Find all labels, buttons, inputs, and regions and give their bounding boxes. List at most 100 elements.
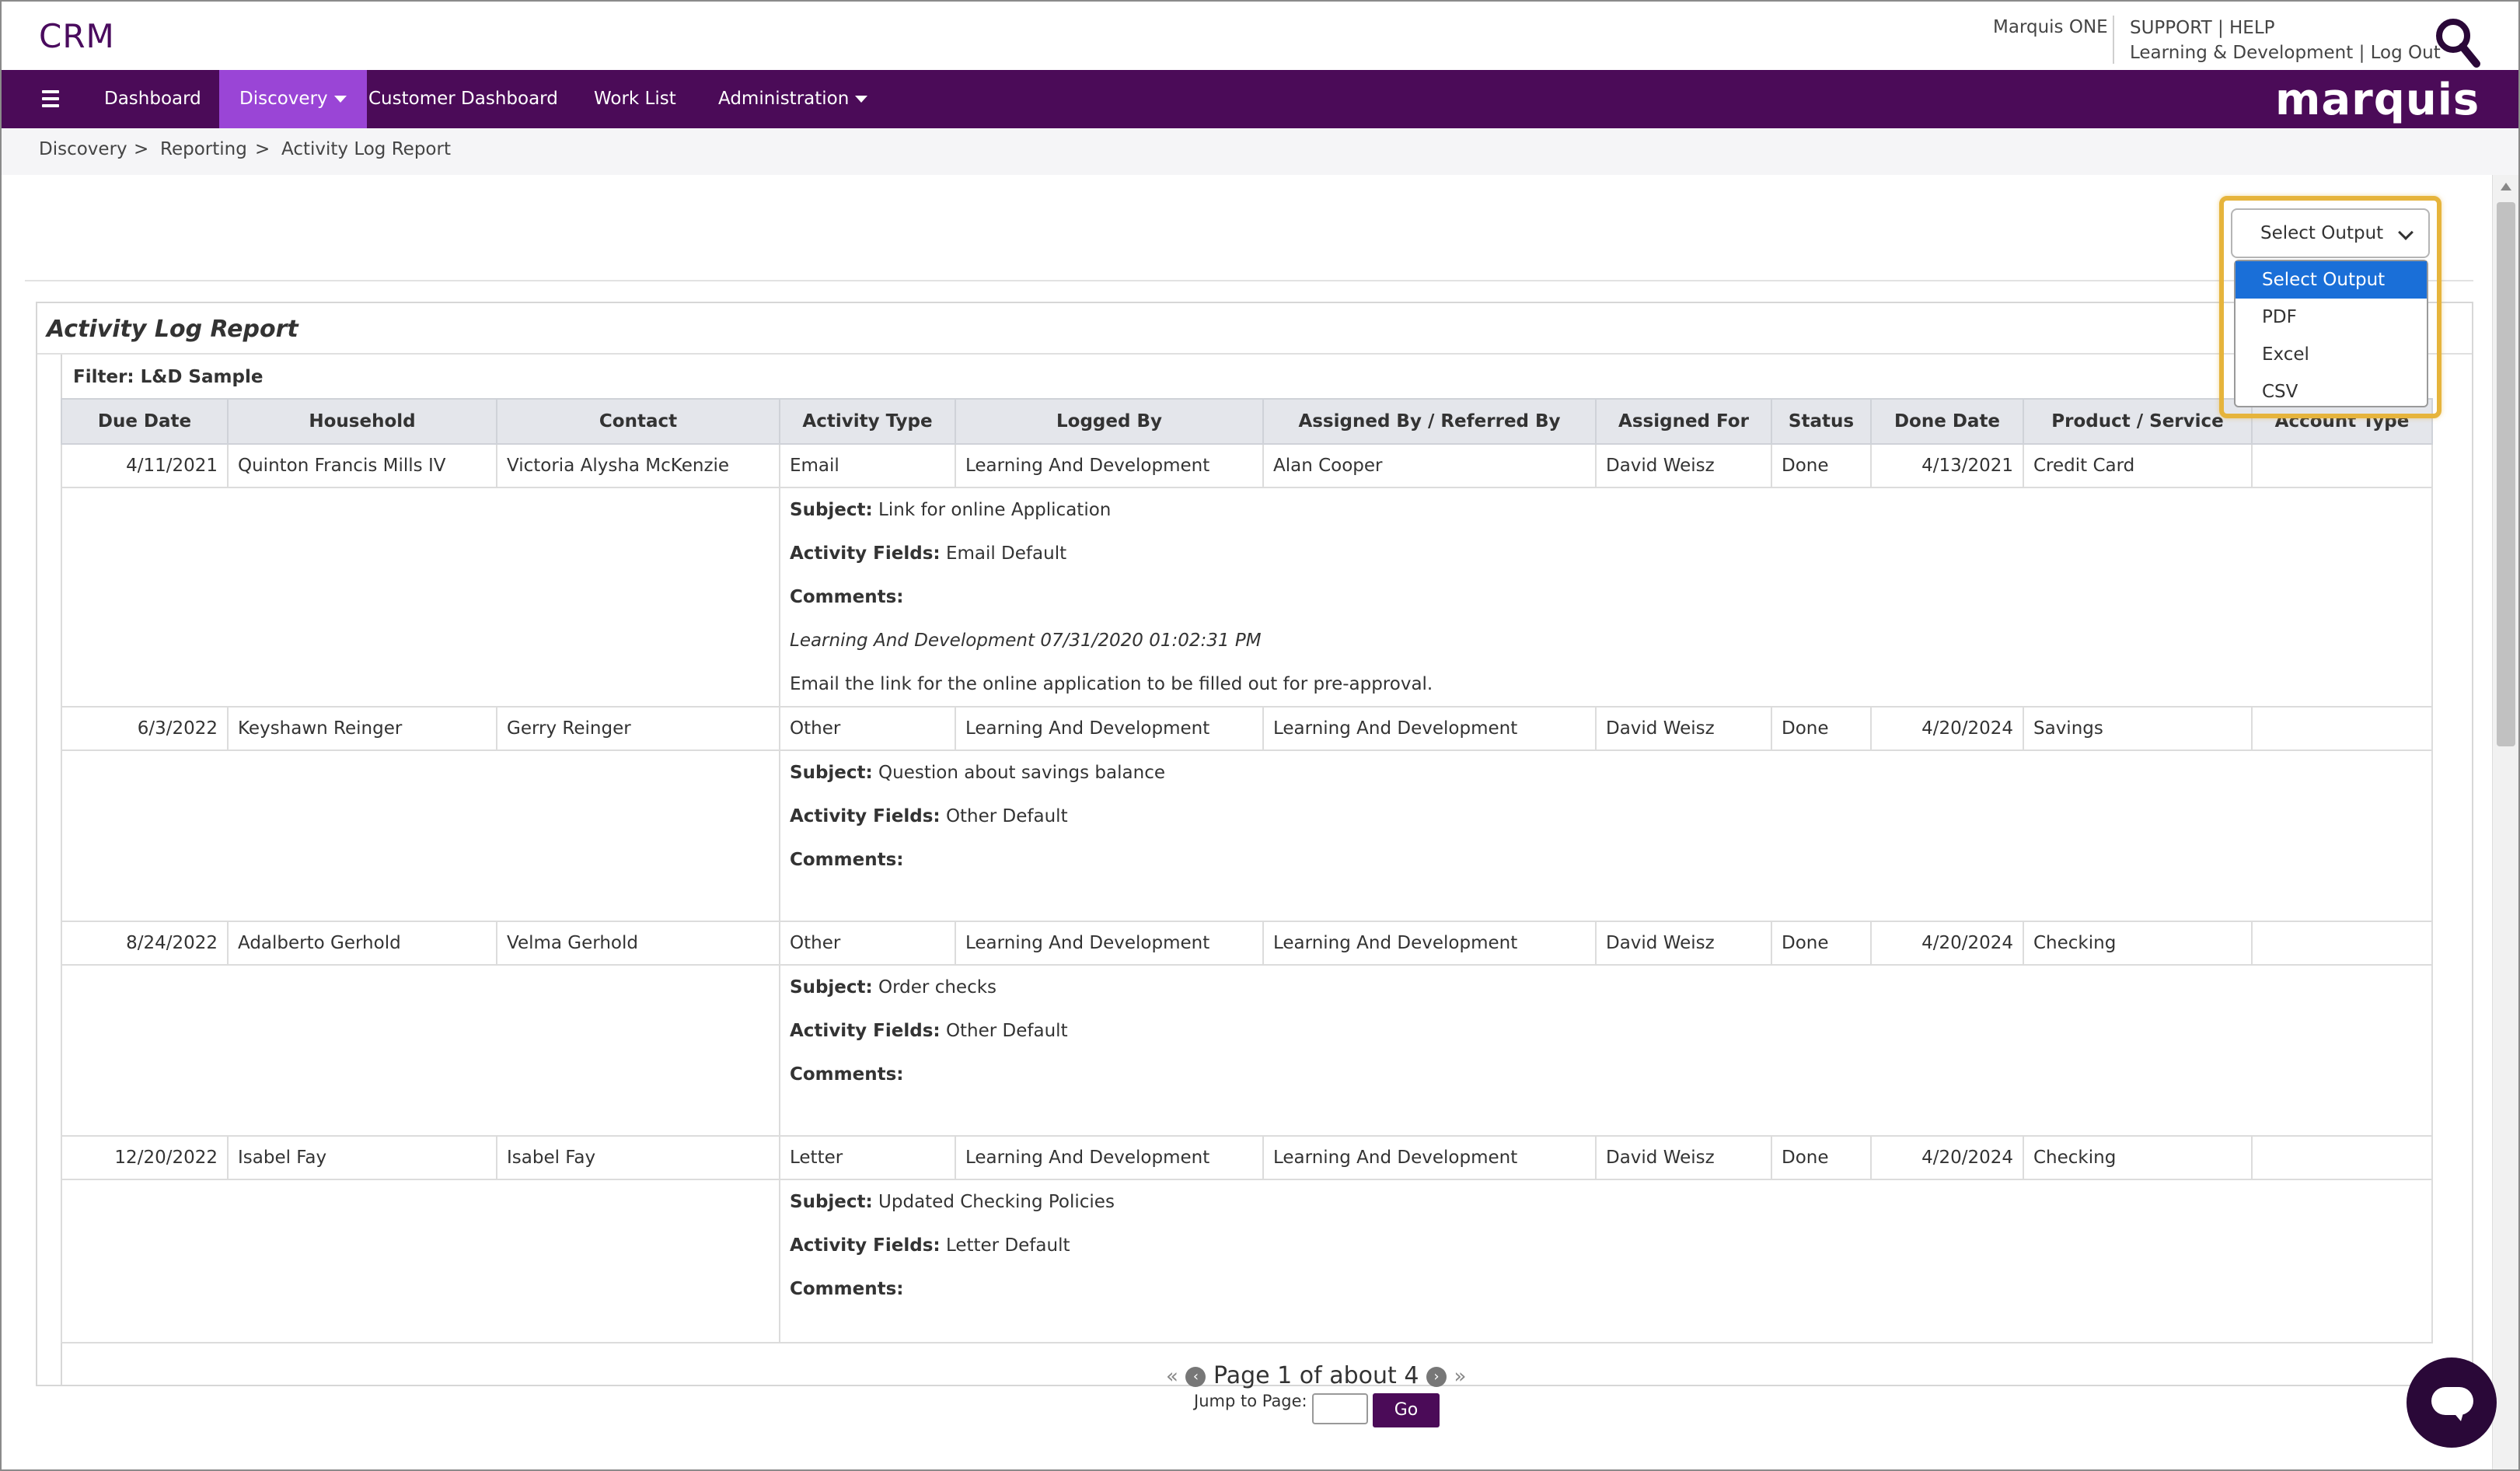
nav-administration[interactable]: Administration xyxy=(698,70,888,128)
detail-row: Subject: Updated Checking Policies Activ… xyxy=(61,1179,2433,1343)
support-link[interactable]: SUPPORT xyxy=(2130,18,2212,38)
search-icon[interactable] xyxy=(2433,16,2483,70)
breadcrumb-current: Activity Log Report xyxy=(281,139,451,159)
activity-fields-label: Activity Fields: xyxy=(790,806,941,826)
assigned-by-cell: Alan Cooper xyxy=(1262,443,1597,488)
output-option-excel[interactable]: Excel xyxy=(2236,336,2427,373)
jump-to-page-input[interactable] xyxy=(1312,1393,1368,1424)
output-option-select[interactable]: Select Output xyxy=(2236,261,2427,299)
assigned-by-cell: Learning And Development xyxy=(1262,921,1597,966)
status-cell: Done xyxy=(1771,443,1872,488)
column-header[interactable]: Assigned For xyxy=(1595,398,1772,445)
nav-work-list[interactable]: Work List xyxy=(574,70,696,128)
done-date-cell: 4/20/2024 xyxy=(1870,1135,2024,1180)
breadcrumb-reporting[interactable]: Reporting xyxy=(160,139,247,159)
due-date-cell: 4/11/2021 xyxy=(61,443,229,488)
table-row: 12/20/2022 Isabel Fay Isabel Fay Letter … xyxy=(61,1135,2433,1180)
activity-fields-value: Letter Default xyxy=(945,1235,1070,1256)
comment-meta: Learning And Development 07/31/2020 01:0… xyxy=(790,631,1262,651)
detail-spacer xyxy=(61,487,780,708)
app-title: CRM xyxy=(39,17,115,55)
column-header[interactable]: Assigned By / Referred By xyxy=(1262,398,1597,445)
product-cell: Checking xyxy=(2023,1135,2253,1180)
scroll-thumb[interactable] xyxy=(2497,202,2515,746)
first-page-icon[interactable]: « xyxy=(1166,1365,1178,1389)
assigned-by-cell: Learning And Development xyxy=(1262,706,1597,751)
activity-type-cell: Letter xyxy=(779,1135,956,1180)
activity-fields-line: Activity Fields: Email Default xyxy=(790,532,2422,575)
scroll-up-icon[interactable] xyxy=(2501,183,2511,190)
activity-fields-value: Other Default xyxy=(945,806,1068,826)
page-indicator: Page 1 of about 4 xyxy=(1213,1362,1419,1389)
breadcrumb-separator: > xyxy=(134,139,149,159)
activity-type-cell: Other xyxy=(779,706,956,751)
chat-icon-tail xyxy=(2452,1410,2464,1421)
nav-discovery[interactable]: Discovery xyxy=(219,70,367,128)
header-links: SUPPORT | HELP Learning & Development | … xyxy=(2130,16,2441,65)
column-header[interactable]: Logged By xyxy=(955,398,1264,445)
column-header[interactable]: Product / Service xyxy=(2023,398,2253,445)
subject-label: Subject: xyxy=(790,977,873,998)
household-cell: Keyshawn Reinger xyxy=(227,706,497,751)
status-cell: Done xyxy=(1771,1135,1872,1180)
activity-fields-label: Activity Fields: xyxy=(790,543,941,564)
brand-logo: marquis xyxy=(2275,75,2480,125)
next-page-icon[interactable]: › xyxy=(1426,1366,1447,1387)
breadcrumb: Discovery > Reporting > Activity Log Rep… xyxy=(2,128,2518,175)
assigned-by-cell: Learning And Development xyxy=(1262,1135,1597,1180)
assigned-for-cell: David Weisz xyxy=(1595,1135,1772,1180)
account-type-cell xyxy=(2251,921,2433,966)
column-header[interactable]: Due Date xyxy=(61,398,229,445)
hamburger-icon[interactable] xyxy=(42,90,59,107)
column-header[interactable]: Activity Type xyxy=(779,398,956,445)
prev-page-icon[interactable]: ‹ xyxy=(1185,1366,1206,1387)
column-header[interactable]: Contact xyxy=(496,398,780,445)
assigned-for-cell: David Weisz xyxy=(1595,443,1772,488)
caret-down-icon xyxy=(855,96,868,103)
column-header[interactable]: Done Date xyxy=(1870,398,2024,445)
activity-type-cell: Email xyxy=(779,443,956,488)
done-date-cell: 4/20/2024 xyxy=(1870,706,2024,751)
contact-cell: Velma Gerhold xyxy=(496,921,780,966)
department-link[interactable]: Learning & Development xyxy=(2130,43,2353,63)
detail-spacer xyxy=(61,750,780,922)
detail-row: Subject: Question about savings balance … xyxy=(61,750,2433,922)
subject-label: Subject: xyxy=(790,1192,873,1212)
nav-dashboard[interactable]: Dashboard xyxy=(84,70,222,128)
column-header[interactable]: Status xyxy=(1771,398,1872,445)
chevron-down-icon xyxy=(2398,225,2414,240)
go-button[interactable]: Go xyxy=(1373,1393,1440,1427)
subject-line: Subject: Updated Checking Policies xyxy=(790,1180,2422,1224)
output-option-pdf[interactable]: PDF xyxy=(2236,299,2427,336)
product-cell: Credit Card xyxy=(2023,443,2253,488)
output-dropdown: Select Output PDF Excel CSV xyxy=(2234,260,2428,407)
done-date-cell: 4/20/2024 xyxy=(1870,921,2024,966)
account-type-cell xyxy=(2251,1135,2433,1180)
last-page-icon[interactable]: » xyxy=(1454,1365,1467,1389)
activity-fields-line: Activity Fields: Other Default xyxy=(790,1009,2422,1053)
detail-row: Subject: Order checks Activity Fields: O… xyxy=(61,965,2433,1137)
help-link[interactable]: HELP xyxy=(2229,18,2275,38)
table-row: 6/3/2022 Keyshawn Reinger Gerry Reinger … xyxy=(61,706,2433,751)
logout-link[interactable]: Log Out xyxy=(2371,43,2441,63)
nav-customer-dashboard[interactable]: Customer Dashboard xyxy=(348,70,578,128)
contact-cell: Isabel Fay xyxy=(496,1135,780,1180)
output-select[interactable]: Select Output xyxy=(2231,208,2430,258)
household-cell: Isabel Fay xyxy=(227,1135,497,1180)
assigned-for-cell: David Weisz xyxy=(1595,921,1772,966)
vertical-scrollbar[interactable] xyxy=(2492,175,2518,1469)
activity-table: Due Date Household Contact Activity Type… xyxy=(61,398,2433,1343)
detail-cell: Subject: Order checks Activity Fields: O… xyxy=(779,965,2433,1137)
chat-button[interactable] xyxy=(2407,1357,2497,1448)
header-divider xyxy=(2113,16,2114,64)
comments-label: Comments: xyxy=(790,850,904,870)
breadcrumb-discovery[interactable]: Discovery xyxy=(39,139,127,159)
column-header[interactable]: Household xyxy=(227,398,497,445)
assigned-for-cell: David Weisz xyxy=(1595,706,1772,751)
comments-label: Comments: xyxy=(790,1279,904,1299)
product-cell: Savings xyxy=(2023,706,2253,751)
account-type-cell xyxy=(2251,706,2433,751)
subject-value: Updated Checking Policies xyxy=(878,1192,1115,1212)
output-option-csv[interactable]: CSV xyxy=(2236,373,2427,411)
done-date-cell: 4/13/2021 xyxy=(1870,443,2024,488)
